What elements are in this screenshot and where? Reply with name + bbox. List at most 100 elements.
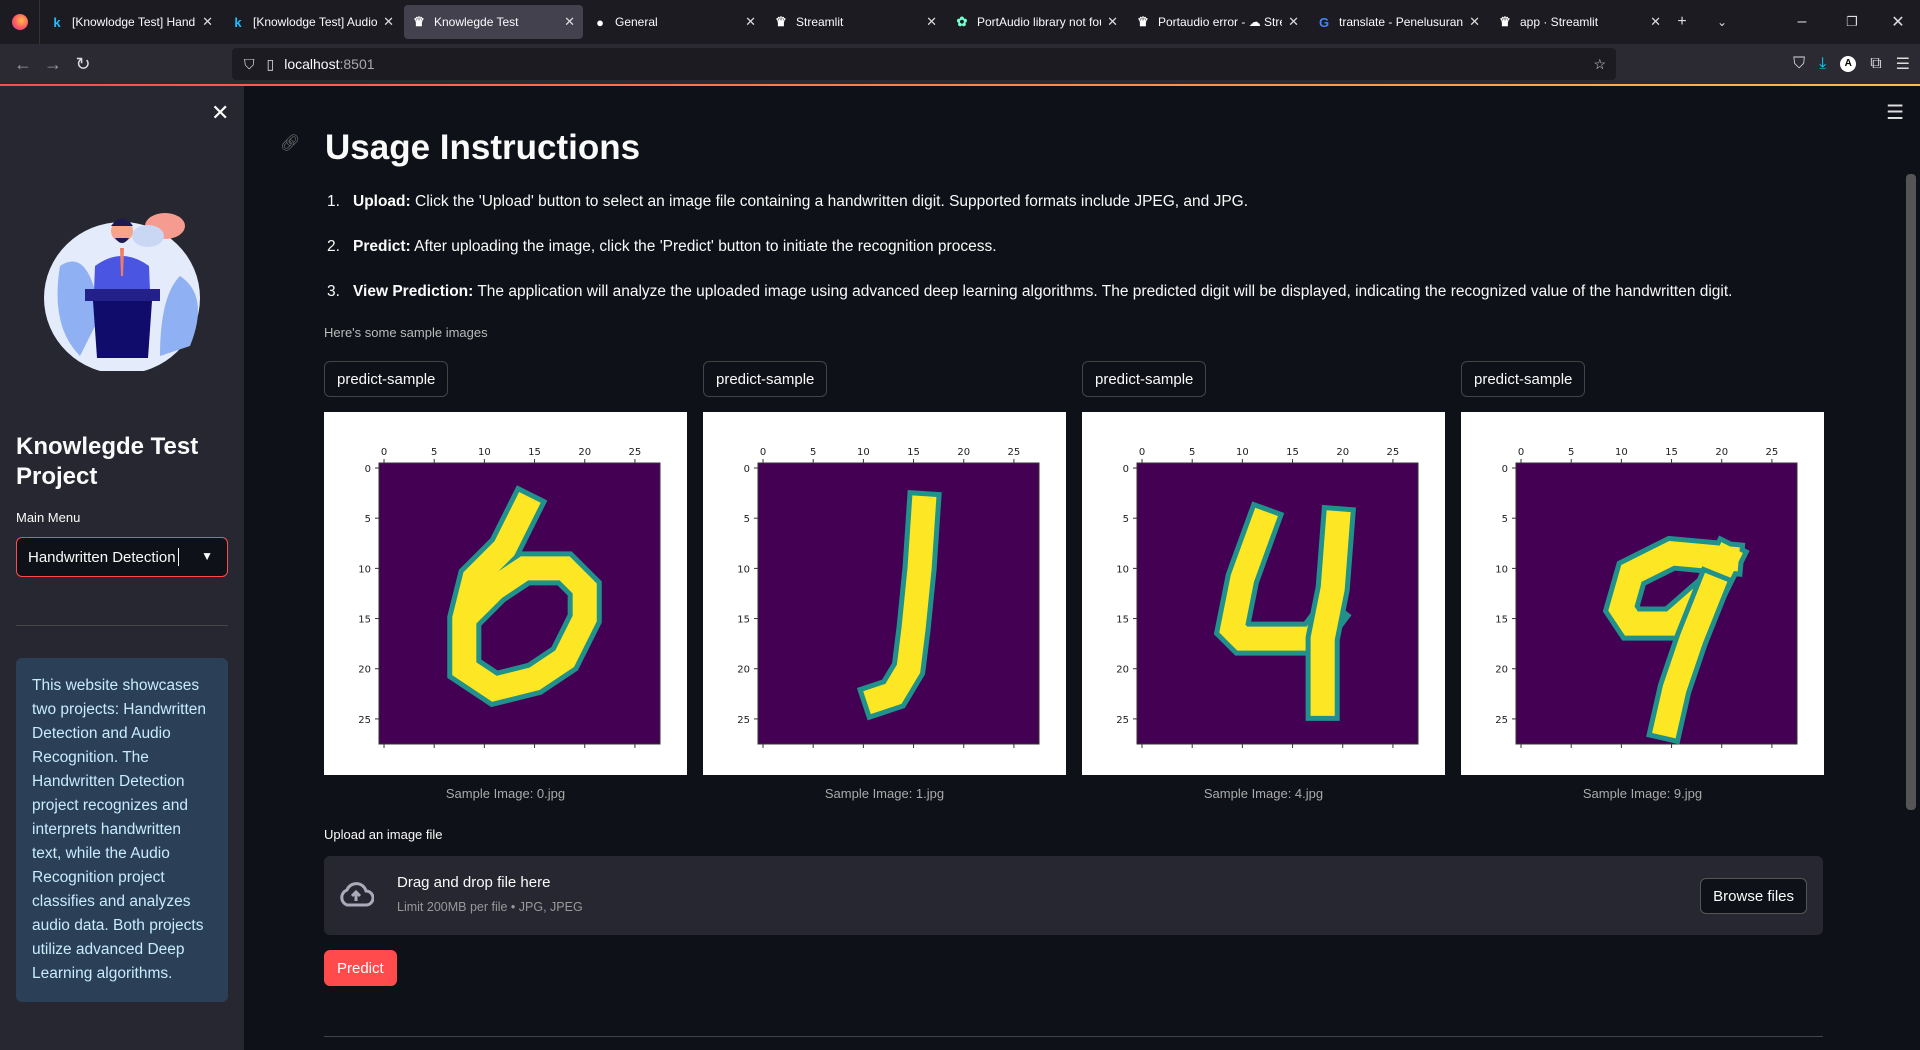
close-tab-icon[interactable]: ✕ <box>1107 14 1118 30</box>
streamlit-icon: ♛ <box>775 14 787 29</box>
predict-button[interactable]: Predict <box>324 950 397 986</box>
tab-label: Portaudio error - ☁ Streamlit <box>1158 15 1282 29</box>
tab-label: PortAudio library not found <box>977 15 1101 29</box>
y-tick-label: 20 <box>737 665 750 676</box>
browser-tab[interactable]: ♛ Streamlit ✕ <box>766 5 945 39</box>
close-tab-icon[interactable]: ✕ <box>202 14 213 30</box>
x-tick-label: 25 <box>629 447 642 458</box>
page-icon: ▯ <box>266 55 275 72</box>
predict-sample-button[interactable]: predict-sample <box>1082 361 1207 397</box>
browser-tab[interactable]: ♛ Portaudio error - ☁ Streamlit ✕ <box>1128 5 1307 39</box>
extensions-icon[interactable]: ⧉ <box>1870 55 1881 73</box>
main-menu-label: Main Menu <box>16 510 81 525</box>
predict-sample-button[interactable]: predict-sample <box>324 361 449 397</box>
k-icon: k <box>53 14 61 30</box>
list-tabs-button[interactable]: ⌄ <box>1700 0 1744 44</box>
speaker-illustration <box>44 213 200 371</box>
x-tick-label: 10 <box>478 447 491 458</box>
x-tick-label: 20 <box>1336 447 1349 458</box>
y-tick-label: 10 <box>1495 564 1508 575</box>
browser-tab[interactable]: k [Knowlodge Test] Audio ✕ <box>223 5 402 39</box>
predict-sample-button[interactable]: predict-sample <box>703 361 828 397</box>
restore-button[interactable]: ❐ <box>1830 0 1874 44</box>
sample-column: predict-sample 0 0 5 5 10 10 15 15 20 20 25 25 Samp… <box>703 361 1066 801</box>
firefox-menu-icon[interactable] <box>0 0 40 44</box>
bookmark-star-icon[interactable]: ☆ <box>1593 56 1606 73</box>
y-tick-label: 20 <box>1495 665 1508 676</box>
image-area <box>1136 462 1419 745</box>
page-title: Usage Instructions <box>325 128 641 167</box>
drag-drop-text: Drag and drop file here <box>397 874 551 891</box>
close-tab-icon[interactable]: ✕ <box>745 14 756 30</box>
main-content: ☰ 🔗︎ Usage Instructions 1. Upload: Click … <box>244 86 1920 1050</box>
anchor-link-icon[interactable]: 🔗︎ <box>280 133 300 153</box>
streamlit-icon: ♛ <box>1137 14 1149 29</box>
close-tab-icon[interactable]: ✕ <box>926 14 937 30</box>
file-dropzone[interactable]: Drag and drop file here Limit 200MB per … <box>324 856 1823 935</box>
limit-text: Limit 200MB per file • JPG, JPEG <box>397 900 583 914</box>
sample-column: predict-sample 0 0 5 5 10 10 15 15 20 20 25 25 Samp… <box>1082 361 1445 801</box>
k-icon: k <box>234 14 242 30</box>
x-tick-label: 25 <box>1387 447 1400 458</box>
x-tick-label: 5 <box>431 447 437 458</box>
main-menu-icon[interactable]: ☰ <box>1886 100 1904 125</box>
close-tab-icon[interactable]: ✕ <box>1288 14 1299 30</box>
chevron-down-icon: ▼ <box>201 549 213 563</box>
x-tick-label: 0 <box>760 447 766 458</box>
tab-label: Streamlit <box>796 15 844 29</box>
y-tick-label: 0 <box>1502 464 1508 475</box>
scrollbar[interactable] <box>1906 174 1916 810</box>
browser-tab[interactable]: ♛ Knowlegde Test ✕ <box>404 5 583 39</box>
minimize-button[interactable]: – <box>1780 0 1824 44</box>
forward-icon[interactable]: → <box>38 54 68 75</box>
tab-label: General <box>615 15 658 29</box>
sample-caption: Sample Image: 9.jpg <box>1582 786 1703 801</box>
browser-tab[interactable]: k [Knowlodge Test] Hand ✕ <box>42 5 221 39</box>
x-tick-label: 0 <box>1518 447 1524 458</box>
x-tick-label: 10 <box>1236 447 1249 458</box>
tab-label: translate - Penelusuran <box>1339 15 1464 29</box>
tab-label: [Knowlodge Test] Audio <box>253 15 378 29</box>
y-tick-label: 5 <box>1123 514 1129 525</box>
main-menu-select[interactable]: Handwritten Detection ▼ <box>16 537 228 577</box>
pocket-icon[interactable]: ⛉ <box>1793 55 1805 73</box>
chatgpt-icon: ✿ <box>956 14 968 29</box>
sidebar-title: Knowlegde Test Project <box>16 433 199 490</box>
back-icon[interactable]: ← <box>8 54 38 75</box>
main-menu-value: Handwritten Detection <box>28 548 176 566</box>
streamlit-icon: ♛ <box>413 14 425 29</box>
x-tick-label: 20 <box>957 447 970 458</box>
new-tab-button[interactable]: + <box>1660 0 1704 44</box>
browser-tab[interactable]: ♛ app · Streamlit ✕ <box>1490 5 1669 39</box>
download-icon[interactable]: ⤓ <box>1819 55 1826 73</box>
x-tick-label: 10 <box>1615 447 1628 458</box>
browser-tab[interactable]: Gtranslate - Penelusuran ✕ <box>1309 5 1488 39</box>
y-tick-label: 20 <box>358 665 371 676</box>
close-window-button[interactable]: ✕ <box>1876 0 1920 44</box>
browse-files-button[interactable]: Browse files <box>1700 878 1807 914</box>
browser-tab[interactable]: ● General ✕ <box>585 5 764 39</box>
close-tab-icon[interactable]: ✕ <box>383 14 394 30</box>
x-tick-label: 0 <box>1139 447 1145 458</box>
predict-sample-button[interactable]: predict-sample <box>1461 361 1586 397</box>
shield-icon[interactable]: ⛉ <box>244 56 255 73</box>
y-tick-label: 25 <box>358 715 371 726</box>
x-tick-label: 25 <box>1766 447 1779 458</box>
tab-label: [Knowlodge Test] Hand <box>72 15 196 29</box>
x-tick-label: 15 <box>528 447 541 458</box>
upload-label: Upload an image file <box>324 827 443 842</box>
github-icon: ● <box>596 14 604 30</box>
app-menu-icon[interactable]: ☰ <box>1896 54 1910 74</box>
close-sidebar-icon[interactable]: ✕ <box>211 100 229 126</box>
y-tick-label: 10 <box>737 564 750 575</box>
reload-icon[interactable]: ↻ <box>68 54 98 75</box>
y-tick-label: 15 <box>358 615 371 626</box>
url-bar[interactable]: ⛉ ▯ localhost:8501 ☆ <box>232 48 1616 80</box>
list-item: 2. Predict: After uploading the image, cl… <box>327 238 997 255</box>
sidebar: ✕ Knowlegde Test Project Main Menu Handw… <box>0 86 244 1050</box>
browser-tab[interactable]: ✿ PortAudio library not found ✕ <box>947 5 1126 39</box>
url-host: localhost <box>284 56 340 72</box>
close-tab-icon[interactable]: ✕ <box>564 14 575 30</box>
close-tab-icon[interactable]: ✕ <box>1469 14 1480 30</box>
account-icon[interactable]: A <box>1840 56 1857 72</box>
